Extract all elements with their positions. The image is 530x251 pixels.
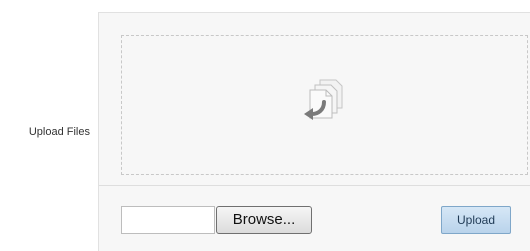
- browse-button[interactable]: Browse...: [216, 206, 312, 234]
- upload-button[interactable]: Upload: [441, 206, 511, 234]
- upload-files-label: Upload Files: [28, 126, 90, 138]
- upload-files-form: Upload Files Browse... Upload: [0, 0, 530, 251]
- upload-panel: Browse... Upload: [98, 12, 530, 251]
- divider: [99, 185, 530, 186]
- file-drop-icon: [304, 79, 343, 120]
- file-dropzone[interactable]: [121, 35, 528, 175]
- file-path-input[interactable]: [121, 206, 215, 234]
